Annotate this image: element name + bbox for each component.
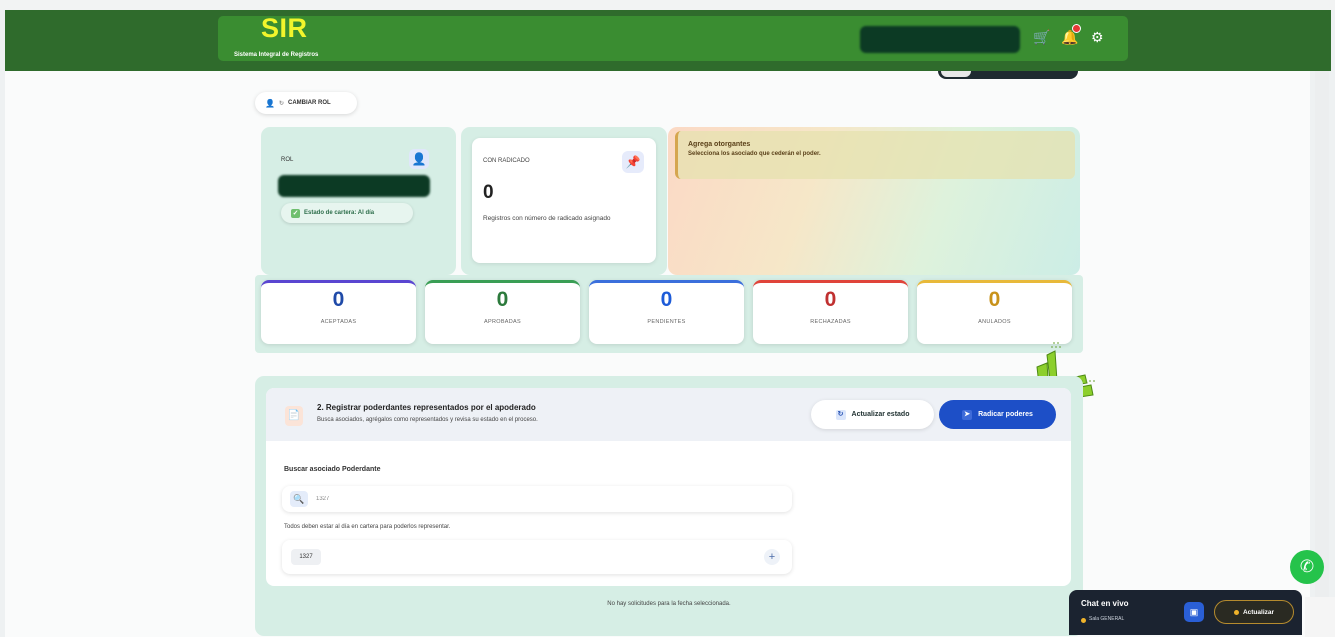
status-dot xyxy=(1233,609,1239,615)
otorgantes-subtitle: Selecciona los asociado que cederán el p… xyxy=(688,151,821,157)
selected-asociados-box[interactable]: 1327 + xyxy=(282,540,792,574)
submit-powers-button[interactable]: ➤ Radicar poderes xyxy=(939,400,1056,429)
otorgantes-title: Agrega otorgantes xyxy=(688,141,751,148)
search-field[interactable]: 🔍 xyxy=(282,486,792,512)
radicado-label: CON RADICADO xyxy=(483,158,530,164)
chat-update-button[interactable]: Actualizar xyxy=(1214,600,1294,624)
change-role-label: CAMBIAR ROL xyxy=(288,100,331,106)
stat-pendientes: 0 PENDIENTES xyxy=(589,280,744,344)
otorgantes-card: Agrega otorgantes Selecciona los asociad… xyxy=(668,127,1080,275)
submit-powers-label: Radicar poderes xyxy=(978,411,1033,418)
gear-icon[interactable]: ⚙ xyxy=(1091,29,1104,45)
app-logo-subtitle: Sistema Integral de Registros xyxy=(234,52,319,58)
chat-update-label: Actualizar xyxy=(1242,608,1275,616)
swap-icon: ↻ xyxy=(278,100,284,107)
search-icon: 🔍 xyxy=(290,491,308,507)
chat-room: Sala GENERAL xyxy=(1089,616,1125,622)
chat-title: Chat en vivo xyxy=(1081,599,1129,608)
change-role-button[interactable]: 👤 ↻ CAMBIAR ROL xyxy=(255,92,357,114)
stat-value: 0 xyxy=(660,288,673,311)
chat-icon[interactable]: ▣ xyxy=(1184,602,1204,622)
radicado-description: Registros con número de radicado asignad… xyxy=(483,215,611,222)
app-logo[interactable]: SIR xyxy=(261,13,308,44)
cart-icon[interactable]: 🛒 xyxy=(1033,29,1050,45)
stat-label: ACEPTADAS xyxy=(320,319,357,325)
page-scrollbar[interactable] xyxy=(1315,71,1329,637)
live-chat-widget[interactable]: Chat en vivo Sala GENERAL ▣ Actualizar xyxy=(1069,590,1302,635)
register-panel: 📄 2. Registrar poderdantes representados… xyxy=(266,388,1071,586)
refresh-icon: ↻ xyxy=(835,409,846,420)
stat-value: 0 xyxy=(496,288,509,311)
section-subtitle: Busca asociados, agrégalos como represen… xyxy=(317,417,538,423)
role-value-redacted xyxy=(278,175,430,197)
pin-icon: 📌 xyxy=(622,151,644,173)
header-bar: SIR Sistema Integral de Registros 🛒 🔔 ⚙ xyxy=(218,13,1128,61)
document-icon: 📄 xyxy=(285,406,303,426)
role-label: ROL xyxy=(281,157,294,163)
stat-value: 0 xyxy=(988,288,1001,311)
user-icon: 👤 xyxy=(265,98,275,108)
update-status-button[interactable]: ↻ Actualizar estado xyxy=(811,400,934,429)
stat-anulados: 0 ANULADOS xyxy=(917,280,1072,344)
stat-label: PENDIENTES xyxy=(647,319,686,325)
app-header: SIR Sistema Integral de Registros 🛒 🔔 ⚙ xyxy=(5,10,1331,71)
user-icon: 👤 xyxy=(409,149,429,169)
register-panel-header: 📄 2. Registrar poderdantes representados… xyxy=(266,388,1071,441)
stat-label: ANULADOS xyxy=(978,319,1011,325)
stat-label: RECHAZADAS xyxy=(810,319,851,325)
stat-rechazadas: 0 RECHAZADAS xyxy=(753,280,908,344)
search-input[interactable] xyxy=(316,492,516,506)
stats-row: 0 ACEPTADAS 0 APROBADAS 0 PENDIENTES 0 R… xyxy=(255,275,1083,353)
update-status-label: Actualizar estado xyxy=(851,411,910,418)
register-section: 📄 2. Registrar poderdantes representados… xyxy=(255,376,1083,636)
role-card: ROL 👤 ✓ Estado de cartera: Al día xyxy=(261,127,456,275)
search-label: Buscar asociado Poderdante xyxy=(284,466,381,473)
asociado-tag[interactable]: 1327 xyxy=(291,549,321,565)
top-strip xyxy=(0,0,1335,10)
whatsapp-icon[interactable]: ✆ xyxy=(1290,550,1324,584)
radicado-count: 0 xyxy=(483,182,494,203)
stat-aceptadas: 0 ACEPTADAS xyxy=(261,280,416,344)
add-icon[interactable]: + xyxy=(764,549,780,565)
radicado-card: CON RADICADO 📌 0 Registros con número de… xyxy=(472,138,656,263)
notification-badge xyxy=(1072,24,1081,33)
cartera-status-badge: ✓ Estado de cartera: Al día xyxy=(281,203,413,223)
status-dot xyxy=(1081,618,1086,623)
stat-label: APROBADAS xyxy=(484,319,521,325)
hidden-button-edge-2 xyxy=(941,71,971,77)
section-title: 2. Registrar poderdantes representados p… xyxy=(317,403,536,412)
otorgantes-banner: Agrega otorgantes Selecciona los asociad… xyxy=(675,131,1075,179)
stat-aprobadas: 0 APROBADAS xyxy=(425,280,580,344)
radicado-card-wrapper: CON RADICADO 📌 0 Registros con número de… xyxy=(461,127,667,275)
check-icon: ✓ xyxy=(291,208,300,218)
stat-value: 0 xyxy=(824,288,837,311)
send-icon: ➤ xyxy=(962,409,973,420)
cartera-status-label: Estado de cartera: Al día xyxy=(304,210,375,216)
user-name-redacted xyxy=(860,26,1020,53)
help-text: Todos deben estar al día en cartera para… xyxy=(284,524,451,530)
stat-value: 0 xyxy=(332,288,345,311)
empty-state-text: No hay solicitudes para la fecha selecci… xyxy=(607,601,731,607)
recaptcha-badge xyxy=(1305,597,1335,637)
